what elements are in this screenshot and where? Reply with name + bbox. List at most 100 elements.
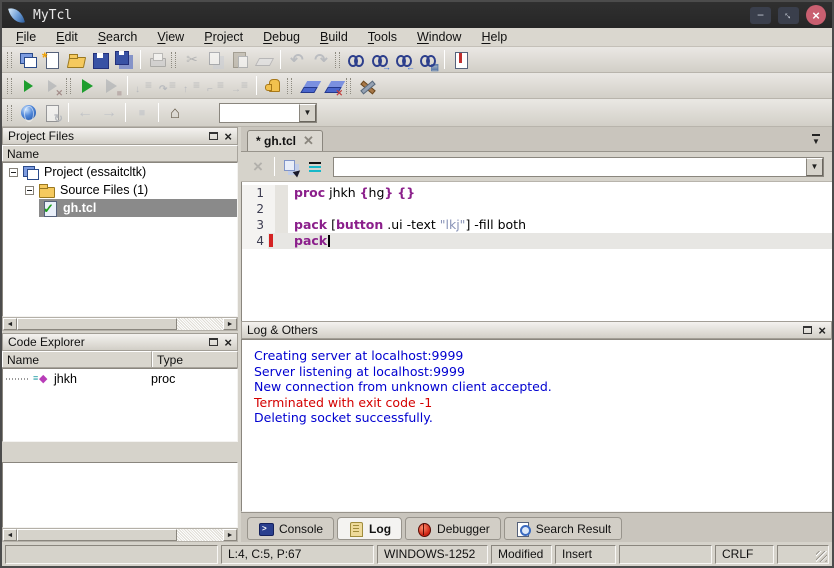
tools-options-icon[interactable] <box>356 75 378 97</box>
close-panel-icon[interactable]: × <box>224 336 232 349</box>
type-column-header[interactable]: Type <box>152 351 238 367</box>
find-next-icon[interactable]: → <box>369 49 391 71</box>
run-tool-icon[interactable] <box>17 75 39 97</box>
menu-build[interactable]: Build <box>310 29 358 45</box>
tree-item-gh.tcl[interactable]: gh.tcl <box>3 199 237 217</box>
close-panel-icon[interactable]: × <box>818 324 826 337</box>
tab-close-icon[interactable]: ✕ <box>303 133 314 149</box>
tab-log[interactable]: Log <box>337 517 402 540</box>
fold-margin <box>275 201 288 217</box>
browser-icon[interactable] <box>17 102 39 124</box>
toolbar-separator <box>256 76 257 95</box>
tab-console[interactable]: Console <box>247 517 334 540</box>
menu-file[interactable]: File <box>6 29 46 45</box>
tree-row-content: Source Files (1) <box>23 181 237 199</box>
code-token: [ <box>327 217 336 232</box>
editor-combo-dropdown-button[interactable]: ▼ <box>806 158 823 176</box>
log-panel: Log & Others × Creating server at localh… <box>241 321 832 512</box>
code-editor[interactable]: 1proc jhkh {hg} {}23pack [button .ui -te… <box>241 182 832 321</box>
menu-project[interactable]: Project <box>194 29 253 45</box>
find-in-files-icon[interactable]: ▤ <box>417 49 439 71</box>
bottom-tab-bar: ConsoleLogDebuggerSearch Result <box>241 512 832 542</box>
status-insert-mode: Insert <box>555 545 616 564</box>
scroll-left-button[interactable]: ◄ <box>3 318 17 330</box>
tree-item-label: Project (essaitcltk) <box>44 165 146 179</box>
run-icon[interactable] <box>76 75 98 97</box>
new-project-icon[interactable] <box>17 49 39 71</box>
editor-combobox: ▼ <box>333 157 824 177</box>
clear-breakpoints-icon[interactable]: ✕ <box>321 75 343 97</box>
address-input[interactable] <box>220 104 299 122</box>
tab-list-dropdown-button[interactable]: ▼ <box>806 132 826 147</box>
outline-list-icon[interactable] <box>304 156 326 178</box>
new-file-icon[interactable] <box>41 49 63 71</box>
panel-splitter[interactable] <box>2 442 238 462</box>
scroll-left-button[interactable]: ◄ <box>3 529 17 541</box>
project-files-title: Project Files <box>8 129 74 143</box>
tree-item-source[interactable]: Source Files (1) <box>3 181 237 199</box>
home-icon[interactable] <box>164 102 186 124</box>
save-all-icon[interactable] <box>113 49 135 71</box>
project-files-panel: Project Files × Name Project (essaitcltk… <box>2 127 238 331</box>
tcl-file-icon <box>41 201 59 216</box>
window-title: MyTcl <box>33 8 72 23</box>
editor-combo-input[interactable] <box>334 158 806 176</box>
menu-window[interactable]: Window <box>407 29 471 45</box>
code-explorer-hscrollbar: ◄ ► <box>2 528 238 542</box>
name-column-header[interactable]: Name <box>2 351 152 367</box>
menu-edit[interactable]: Edit <box>46 29 88 45</box>
float-panel-icon[interactable] <box>803 326 812 334</box>
scroll-right-button[interactable]: ► <box>223 318 237 330</box>
find-previous-icon[interactable]: ← <box>393 49 415 71</box>
toolbar-grip <box>7 78 12 94</box>
fold-margin <box>275 185 288 201</box>
tree-item-project[interactable]: Project (essaitcltk) <box>3 163 237 181</box>
close-button[interactable]: × <box>806 5 826 25</box>
find-icon[interactable] <box>345 49 367 71</box>
console-icon <box>258 522 274 536</box>
forward-icon <box>98 102 120 124</box>
float-panel-icon[interactable] <box>209 132 218 140</box>
code-text: pack [button .ui -text "lkj"] -fill both <box>288 217 832 233</box>
menu-view[interactable]: View <box>147 29 194 45</box>
menu-debug[interactable]: Debug <box>253 29 310 45</box>
toolbar-separator <box>444 50 445 69</box>
menu-tools[interactable]: Tools <box>358 29 407 45</box>
scroll-thumb[interactable] <box>17 529 177 541</box>
log-output: Creating server at localhost:9999Server … <box>241 339 832 512</box>
breakpoints-icon[interactable] <box>297 75 319 97</box>
bookmark-icon[interactable] <box>450 49 472 71</box>
code-token: { <box>360 185 369 200</box>
tab-gh-tcl[interactable]: * gh.tcl ✕ <box>247 130 323 151</box>
code-explorer-row[interactable]: jhkhproc <box>3 369 237 388</box>
collapse-toggle[interactable] <box>9 168 18 177</box>
log-entry: Server listening at localhost:9999 <box>254 364 831 380</box>
explorer-item-type: proc <box>151 372 175 386</box>
save-file-icon[interactable] <box>89 49 111 71</box>
collapse-toggle[interactable] <box>25 186 34 195</box>
close-panel-icon[interactable]: × <box>224 130 232 143</box>
tab-debugger[interactable]: Debugger <box>405 517 501 540</box>
toolbar-separator <box>68 103 69 122</box>
code-text: proc jhkh {hg} {} <box>288 185 832 201</box>
name-column-header[interactable]: Name <box>2 145 238 161</box>
tab-search-result[interactable]: Search Result <box>504 517 622 540</box>
code-token: jhkh <box>325 185 360 200</box>
scroll-right-button[interactable]: ► <box>223 529 237 541</box>
open-file-icon[interactable] <box>65 49 87 71</box>
minimize-button[interactable]: − <box>750 7 771 24</box>
scroll-thumb[interactable] <box>17 318 177 330</box>
pause-hand-icon[interactable] <box>262 75 284 97</box>
line-number: 4 <box>242 233 268 249</box>
maximize-button[interactable]: ↔ <box>778 7 799 24</box>
menu-search[interactable]: Search <box>88 29 148 45</box>
float-panel-icon[interactable] <box>209 338 218 346</box>
debugger-icon <box>416 522 432 536</box>
marker-margin <box>268 201 275 217</box>
tree-item-label: gh.tcl <box>63 201 96 215</box>
paste-icon <box>229 49 251 71</box>
address-dropdown-button[interactable]: ▼ <box>299 104 316 122</box>
stop-run-icon: ■ <box>100 75 122 97</box>
menu-help[interactable]: Help <box>471 29 517 45</box>
goto-definition-icon[interactable] <box>280 156 302 178</box>
